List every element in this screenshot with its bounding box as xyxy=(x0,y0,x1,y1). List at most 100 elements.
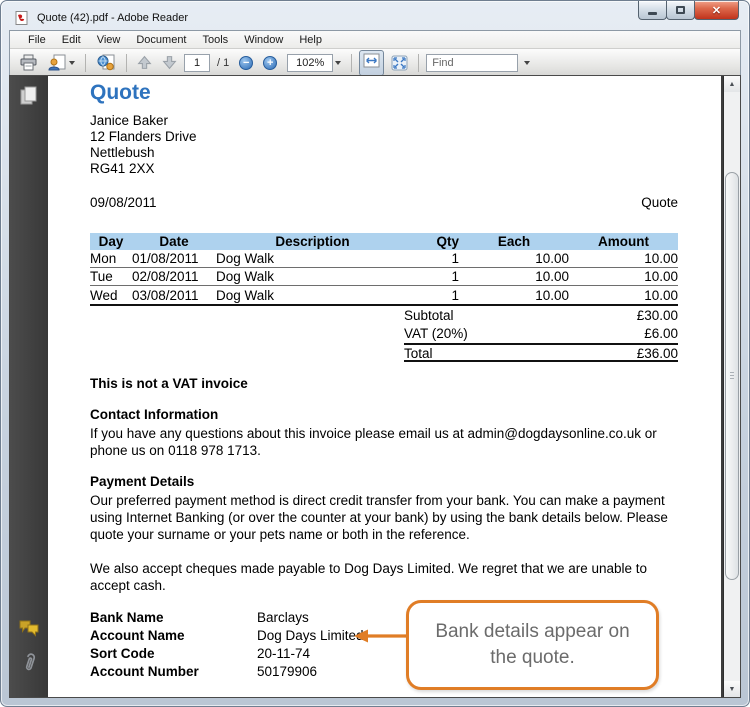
column-header-description: Description xyxy=(216,233,409,250)
cell-qty: 1 xyxy=(409,268,459,285)
attachments-panel-button[interactable] xyxy=(20,652,38,679)
maximize-button[interactable] xyxy=(666,1,695,20)
date-row: 09/08/2011 Quote xyxy=(90,194,678,211)
menu-window[interactable]: Window xyxy=(236,33,291,47)
menu-document[interactable]: Document xyxy=(128,33,194,47)
fit-page-icon xyxy=(391,55,408,71)
zoom-out-button[interactable]: − xyxy=(236,54,256,72)
email-button[interactable] xyxy=(45,52,78,73)
comments-panel-button[interactable] xyxy=(18,619,40,642)
cell-date: 03/08/2011 xyxy=(132,287,216,304)
menu-help[interactable]: Help xyxy=(291,33,330,47)
pages-panel-button[interactable] xyxy=(19,85,39,111)
toolbar-separator xyxy=(351,54,352,72)
close-icon: ✕ xyxy=(712,4,721,17)
address-line: Nettlebush xyxy=(90,145,678,161)
scroll-up-button[interactable]: ▲ xyxy=(724,76,740,92)
minimize-button[interactable] xyxy=(638,1,667,20)
contact-body: If you have any questions about this inv… xyxy=(90,425,678,459)
cell-qty: 1 xyxy=(409,250,459,267)
totals-block: Subtotal £30.00 VAT (20%) £6.00 Total £3… xyxy=(404,306,678,362)
zoom-level-select[interactable]: 102% xyxy=(284,52,344,74)
table-body: Mon 01/08/2011 Dog Walk 1 10.00 10.00 Tu… xyxy=(90,250,678,306)
vertical-scrollbar[interactable]: ▲ ▼ xyxy=(723,76,740,697)
menu-tools[interactable]: Tools xyxy=(195,33,237,47)
menu-edit[interactable]: Edit xyxy=(54,33,89,47)
cell-amount: 10.00 xyxy=(569,250,678,267)
document-type-label: Quote xyxy=(641,194,678,211)
menu-view[interactable]: View xyxy=(89,33,129,47)
zoom-in-icon: + xyxy=(263,56,277,70)
total-label: Total xyxy=(404,345,637,362)
payment-heading: Payment Details xyxy=(90,473,678,490)
vat-value: £6.00 xyxy=(644,325,678,342)
callout-text: Bank details appear on the quote. xyxy=(427,619,638,671)
annotation-callout: Bank details appear on the quote. xyxy=(406,600,659,690)
comments-icon xyxy=(18,619,40,637)
navigation-pane xyxy=(10,76,48,697)
pdf-file-icon xyxy=(15,11,31,25)
table-row: Wed 03/08/2011 Dog Walk 1 10.00 10.00 xyxy=(90,286,678,304)
table-header-row: Day Date Description Qty Each Amount xyxy=(90,233,678,250)
document-area: Quote Janice Baker 12 Flanders Drive Net… xyxy=(9,75,741,698)
line-items-table: Day Date Description Qty Each Amount Mon… xyxy=(90,233,678,306)
collaborate-button[interactable] xyxy=(93,52,119,73)
cell-qty: 1 xyxy=(409,287,459,304)
cell-date: 02/08/2011 xyxy=(132,268,216,285)
close-button[interactable]: ✕ xyxy=(694,1,739,20)
vat-notice: This is not a VAT invoice xyxy=(90,375,678,392)
previous-page-button[interactable] xyxy=(134,53,155,72)
find-input[interactable] xyxy=(426,54,518,72)
pages-icon xyxy=(19,85,39,106)
fit-width-button[interactable] xyxy=(359,50,384,76)
print-button[interactable] xyxy=(16,52,41,73)
table-row: Mon 01/08/2011 Dog Walk 1 10.00 10.00 xyxy=(90,250,678,268)
zoom-dropdown-icon xyxy=(335,61,341,65)
document-date: 09/08/2011 xyxy=(90,194,157,211)
address-line: 12 Flanders Drive xyxy=(90,129,678,145)
menu-file[interactable]: File xyxy=(20,33,54,47)
cell-each: 10.00 xyxy=(459,250,569,267)
address-line: RG41 2XX xyxy=(90,161,678,177)
previous-page-icon xyxy=(137,55,152,70)
column-header-each: Each xyxy=(459,233,569,250)
pdf-page: Quote Janice Baker 12 Flanders Drive Net… xyxy=(48,76,721,697)
maximize-icon xyxy=(676,6,685,14)
menubar: File Edit View Document Tools Window Hel… xyxy=(10,31,740,48)
toolbar-separator xyxy=(126,54,127,72)
chrome: File Edit View Document Tools Window Hel… xyxy=(9,30,741,76)
navigation-pane-bottom xyxy=(18,619,40,697)
print-icon xyxy=(19,54,38,71)
cell-day: Tue xyxy=(90,268,132,285)
cell-date: 01/08/2011 xyxy=(132,250,216,267)
cell-day: Mon xyxy=(90,250,132,267)
scroll-down-button[interactable]: ▼ xyxy=(724,681,740,697)
zoom-out-icon: − xyxy=(239,56,253,70)
total-row: Total £36.00 xyxy=(404,343,678,362)
toolbar-separator xyxy=(418,54,419,72)
column-header-amount: Amount xyxy=(569,233,678,250)
sort-code-label: Sort Code xyxy=(90,645,257,663)
cell-description: Dog Walk xyxy=(216,250,409,267)
cell-each: 10.00 xyxy=(459,287,569,304)
scrollbar-thumb[interactable] xyxy=(725,172,739,580)
minimize-icon xyxy=(648,12,657,15)
collaborate-icon xyxy=(96,54,116,71)
find-dropdown-icon xyxy=(524,61,530,65)
page-number-input[interactable] xyxy=(184,54,210,72)
window-title: Quote (42).pdf - Adobe Reader xyxy=(37,12,188,24)
table-row: Tue 02/08/2011 Dog Walk 1 10.00 10.00 xyxy=(90,268,678,286)
cell-day: Wed xyxy=(90,287,132,304)
fit-width-icon xyxy=(363,53,380,68)
zoom-in-button[interactable]: + xyxy=(260,54,280,72)
cell-amount: 10.00 xyxy=(569,287,678,304)
caption-buttons: ✕ xyxy=(639,1,739,20)
vat-label: VAT (20%) xyxy=(404,325,644,342)
toolbar-separator xyxy=(85,54,86,72)
fit-page-button[interactable] xyxy=(388,53,411,73)
subtotal-value: £30.00 xyxy=(637,307,678,324)
address-line: Janice Baker xyxy=(90,113,678,129)
attachments-icon xyxy=(17,650,41,676)
titlebar: Quote (42).pdf - Adobe Reader ✕ xyxy=(1,1,749,30)
next-page-button[interactable] xyxy=(159,53,180,72)
